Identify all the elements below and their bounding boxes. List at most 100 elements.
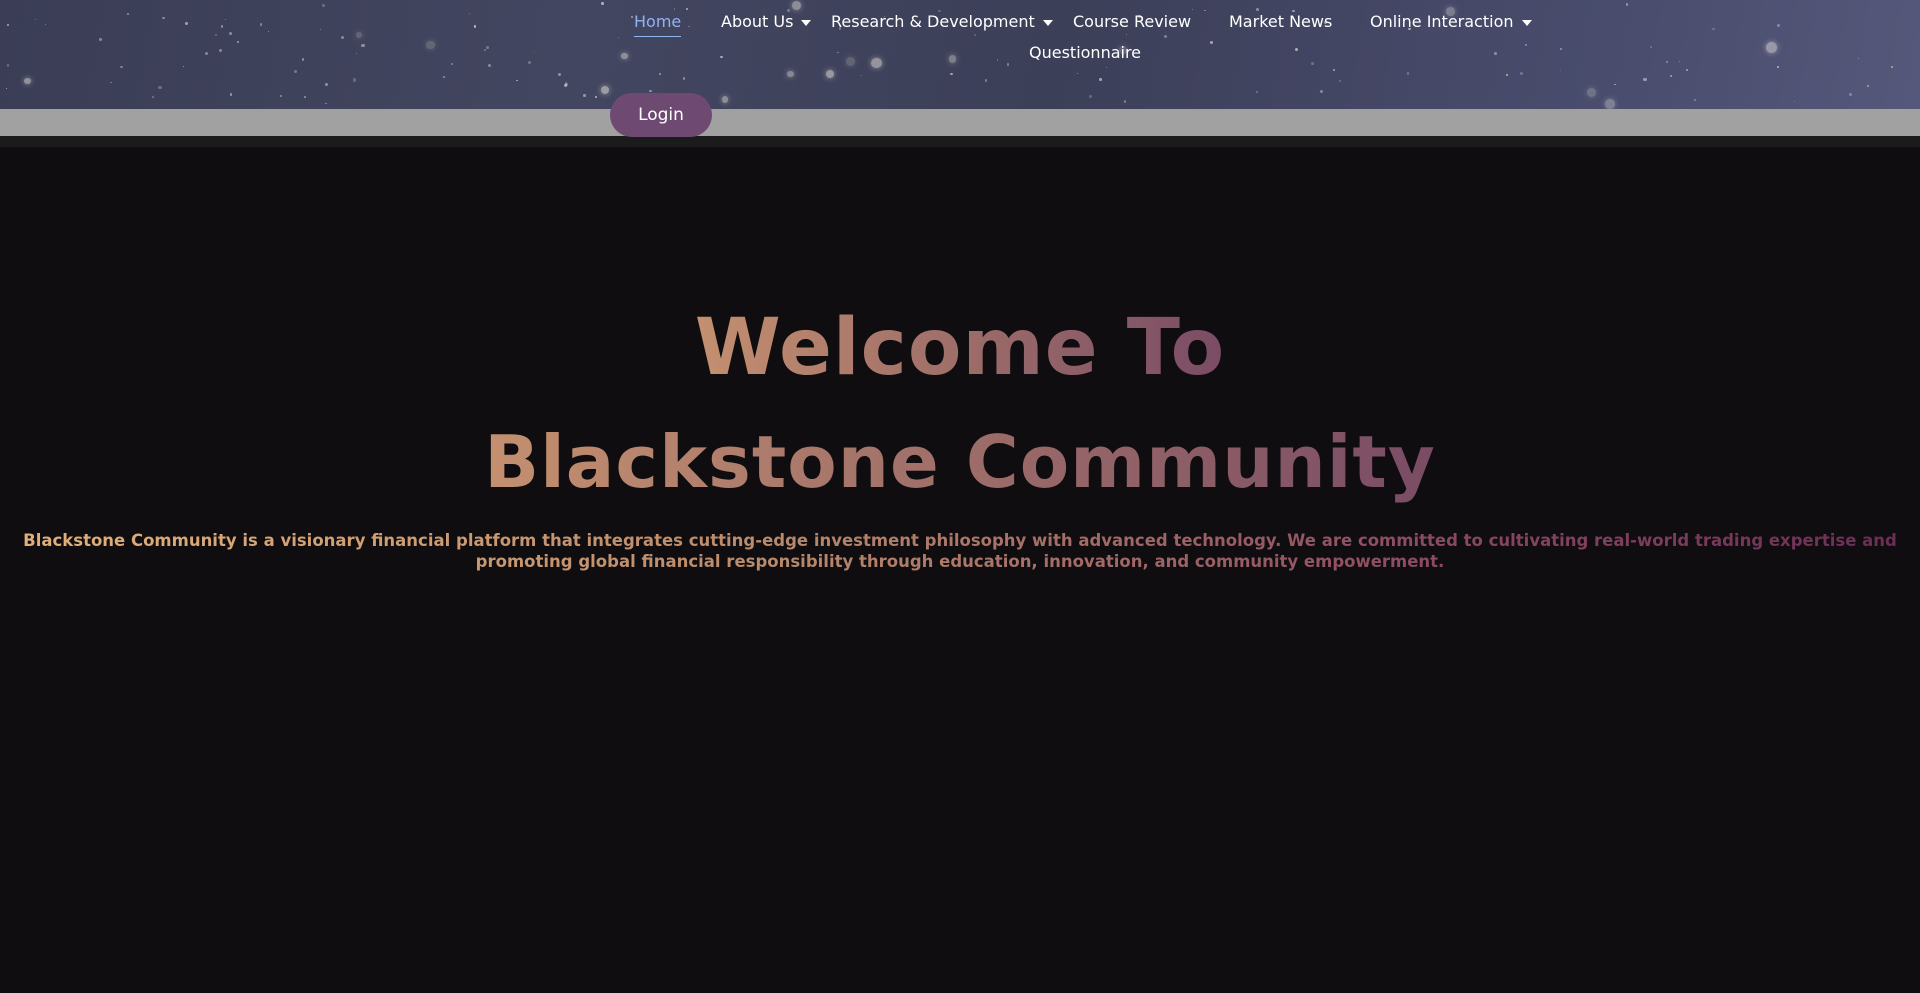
nav-course-label: Course Review [1073, 12, 1192, 31]
star-dot [1586, 87, 1596, 97]
star-dot [846, 57, 856, 67]
star-dot [355, 53, 357, 55]
nav-home[interactable]: Home [634, 10, 682, 37]
star-dot [361, 43, 365, 47]
star-dot [1006, 63, 1010, 66]
star-dot [34, 18, 36, 20]
star-dot [826, 69, 834, 78]
hero-title-line1: Welcome To [0, 303, 1920, 393]
star-dot [5, 87, 8, 89]
star-dot [1686, 69, 1689, 71]
star-dot [352, 78, 357, 82]
star-dot [1625, 3, 1629, 6]
star-dot [162, 16, 165, 20]
star-dot [649, 89, 652, 93]
star-dot [787, 70, 794, 78]
star-dot [1643, 77, 1647, 82]
star-dot [1123, 100, 1127, 104]
star-dot [1076, 73, 1078, 75]
star-dot [294, 70, 297, 74]
star-dot [595, 95, 597, 98]
star-dot [1106, 66, 1108, 69]
star-dot [450, 62, 453, 65]
login-button[interactable]: Login [610, 93, 712, 137]
star-dot [583, 94, 587, 98]
star-dot [473, 25, 477, 28]
star-dot [44, 23, 46, 25]
chevron-down-icon [1521, 19, 1532, 26]
star-dot [950, 73, 953, 76]
star-dot [621, 52, 629, 60]
star-dot [1319, 90, 1323, 94]
nav-research-label: Research & Development [831, 12, 1035, 31]
active-underline [634, 36, 682, 37]
star-dot [1099, 78, 1102, 81]
star-dot [152, 96, 154, 99]
star-dot [236, 40, 239, 43]
site-header: Home About Us Research & Development Cou… [0, 0, 1920, 109]
star-dot [682, 76, 686, 80]
star-dot [1650, 45, 1653, 48]
star-dot [1332, 68, 1336, 72]
header-divider [0, 136, 1920, 147]
star-dot [7, 64, 10, 67]
star-dot [1793, 100, 1795, 102]
nav-market-news[interactable]: Market News [1229, 10, 1332, 34]
star-dot [184, 22, 188, 26]
star-dot [229, 93, 232, 96]
star-dot [486, 46, 489, 49]
star-dot [1614, 84, 1616, 86]
star-dot [1294, 47, 1299, 51]
star-dot [228, 32, 232, 35]
star-dot [488, 63, 491, 67]
star-dot [871, 57, 882, 68]
star-dot [204, 51, 208, 55]
star-dot [686, 8, 689, 10]
star-dot [1560, 47, 1563, 50]
star-dot [224, 18, 226, 20]
star-dot [355, 31, 363, 39]
star-dot [948, 55, 957, 63]
star-dot [1857, 57, 1860, 59]
hero-section: Welcome To Blackstone Community Blacksto… [0, 147, 1920, 993]
star-dot [340, 35, 344, 39]
star-dot [1670, 75, 1673, 78]
star-dot [484, 49, 486, 51]
star-dot [1849, 92, 1853, 96]
nav-questionnaire[interactable]: Questionnaire [1029, 41, 1141, 65]
star-dot [600, 86, 609, 95]
star-dot [279, 94, 283, 98]
star-dot [1866, 84, 1869, 87]
star-dot [1163, 34, 1167, 39]
star-dot [564, 84, 567, 87]
star-dot [860, 75, 862, 77]
star-dot [442, 76, 445, 79]
nav-home-label: Home [634, 12, 682, 31]
star-dot [558, 73, 562, 77]
star-dot [1766, 41, 1777, 53]
star-dot [98, 38, 102, 42]
star-dot [1494, 52, 1498, 56]
nav-questionnaire-label: Questionnaire [1029, 43, 1142, 62]
star-dot [120, 65, 123, 69]
nav-course-review[interactable]: Course Review [1073, 10, 1191, 34]
star-dot [158, 85, 162, 90]
hero-title-line1-text: Welcome To [694, 303, 1226, 393]
star-dot [267, 30, 270, 33]
nav-about-us[interactable]: About Us [721, 10, 812, 34]
star-dot [1191, 8, 1193, 10]
star-dot [618, 37, 620, 39]
star-dot [601, 2, 604, 5]
star-dot [426, 40, 435, 49]
star-dot [1711, 27, 1715, 31]
hero-title-line2-text: Blackstone Community [484, 420, 1436, 504]
star-dot [1693, 98, 1697, 102]
nav-online-interaction[interactable]: Online Interaction [1370, 10, 1532, 34]
star-dot [301, 58, 305, 61]
star-dot [220, 25, 223, 28]
chevron-down-icon [1042, 19, 1053, 26]
star-dot [126, 12, 130, 16]
nav-research-development[interactable]: Research & Development [831, 10, 1053, 34]
star-dot [1776, 66, 1779, 68]
star-dot [1204, 9, 1207, 12]
